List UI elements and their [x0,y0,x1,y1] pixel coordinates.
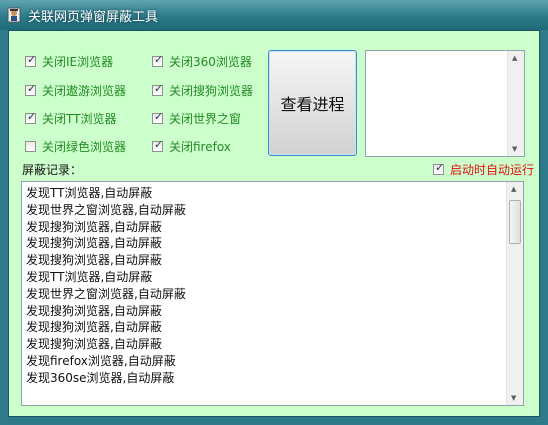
checkbox-close-theworld[interactable]: ✓ 关闭世界之窗 [152,109,241,127]
log-entry: 发现世界之窗浏览器,自动屏蔽 [26,202,186,217]
app-icon [7,7,21,23]
check-mark-icon: ✓ [435,161,445,174]
checkbox-close-tt[interactable]: ✓ 关闭TT浏览器 [25,109,116,127]
log-entry: 发现360se浏览器,自动屏蔽 [26,370,175,385]
autorun-checkbox[interactable]: ✓ 启动时自动运行 [433,161,534,178]
scroll-up-icon[interactable]: ▲ [512,54,517,62]
log-label: 屏蔽记录： [22,163,83,177]
checkbox-label: 关闭firefox [169,139,231,154]
log-entry: 发现搜狗浏览器,自动屏蔽 [26,303,162,318]
check-mark-icon: ✓ [27,81,37,95]
autorun-label: 启动时自动运行 [450,163,535,177]
view-process-button[interactable]: 查看进程 [268,50,357,156]
checkbox-close-green[interactable]: 关闭绿色浏览器 [25,137,126,155]
checkbox-label: 关闭搜狗浏览器 [169,83,254,98]
scroll-up-icon[interactable]: ▲ [511,185,516,193]
window-title: 关联网页弹窗屏蔽工具 [28,10,159,25]
checkbox-label: 关闭IE浏览器 [42,54,114,69]
checkbox-box[interactable]: ✓ [152,81,164,96]
app-window: 关联网页弹窗屏蔽工具 ✓ 关闭IE浏览器 ✓ 关闭360浏览器 ✓ 关闭遨游浏览… [0,0,548,425]
vertical-scrollbar[interactable]: ▲ ▼ [506,182,523,405]
checkbox-box[interactable]: ✓ [152,109,164,124]
scroll-down-icon[interactable]: ▼ [512,145,517,153]
check-mark-icon: ✓ [154,109,164,123]
checkbox-close-360[interactable]: ✓ 关闭360浏览器 [152,52,252,70]
checkbox-close-sogou[interactable]: ✓ 关闭搜狗浏览器 [152,81,253,99]
checkbox-label: 关闭世界之窗 [169,111,242,126]
client-area: ✓ 关闭IE浏览器 ✓ 关闭360浏览器 ✓ 关闭遨游浏览器 ✓ 关闭搜狗浏览器… [8,30,540,417]
checkbox-box[interactable]: ✓ [152,52,164,67]
process-textbox[interactable]: ▲ ▼ [365,50,525,157]
log-entry: 发现搜狗浏览器,自动屏蔽 [26,253,162,268]
scroll-down-icon[interactable]: ▼ [511,394,516,402]
log-entry: 发现世界之窗浏览器,自动屏蔽 [26,286,186,301]
check-mark-icon: ✓ [27,52,37,66]
checkbox-box[interactable] [25,140,36,152]
log-entry: 发现TT浏览器,自动屏蔽 [26,186,153,200]
checkbox-label: 关闭绿色浏览器 [42,139,127,154]
checkbox-close-firefox[interactable]: ✓ 关闭firefox [152,137,231,155]
log-entry: 发现搜狗浏览器,自动屏蔽 [26,219,162,234]
vertical-scrollbar[interactable]: ▲ ▼ [507,51,524,156]
check-mark-icon: ✓ [154,81,164,95]
block-log-list[interactable]: 发现TT浏览器,自动屏蔽 发现世界之窗浏览器,自动屏蔽 发现搜狗浏览器,自动屏蔽… [21,181,524,406]
checkbox-close-maxthon[interactable]: ✓ 关闭遨游浏览器 [25,81,126,99]
checkbox-box[interactable]: ✓ [152,137,164,152]
log-entry: 发现搜狗浏览器,自动屏蔽 [26,320,162,335]
log-entry: 发现搜狗浏览器,自动屏蔽 [26,236,162,251]
checkbox-close-ie[interactable]: ✓ 关闭IE浏览器 [25,52,113,70]
checkbox-box[interactable]: ✓ [25,81,37,96]
scroll-thumb[interactable] [509,200,521,244]
log-entry: 发现firefox浏览器,自动屏蔽 [26,353,176,368]
check-mark-icon: ✓ [154,52,164,66]
log-entry: 发现搜狗浏览器,自动屏蔽 [26,337,162,352]
checkbox-label: 关闭TT浏览器 [42,111,117,126]
check-mark-icon: ✓ [154,137,164,151]
checkbox-box[interactable]: ✓ [433,161,445,175]
checkbox-box[interactable]: ✓ [25,52,37,67]
title-bar[interactable]: 关联网页弹窗屏蔽工具 [0,0,548,30]
log-entry: 发现TT浏览器,自动屏蔽 [26,269,153,284]
check-mark-icon: ✓ [27,109,37,123]
checkbox-label: 关闭遨游浏览器 [42,83,127,98]
checkbox-label: 关闭360浏览器 [169,54,252,69]
checkbox-box[interactable]: ✓ [25,109,37,124]
